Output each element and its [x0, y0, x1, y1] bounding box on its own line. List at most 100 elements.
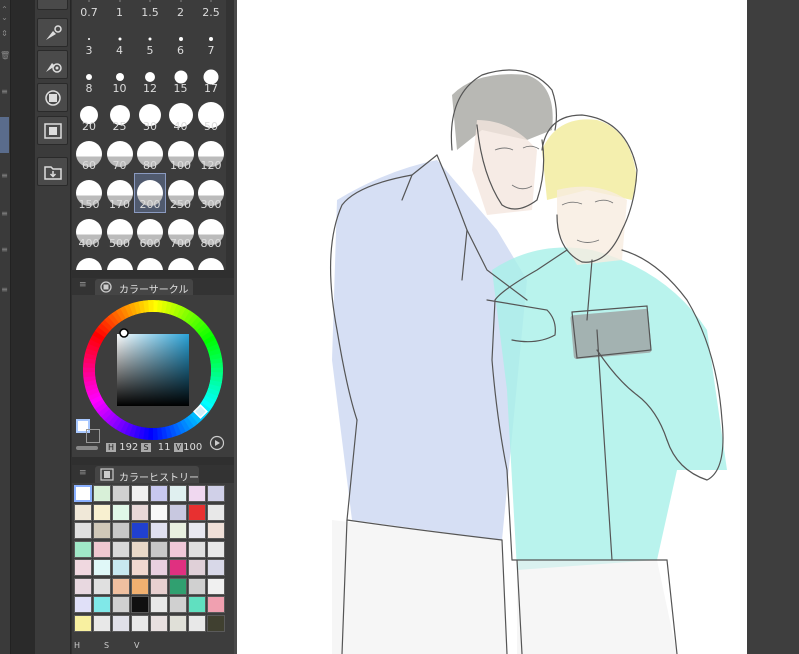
brush-size-cell[interactable]: 100 — [166, 135, 196, 173]
brush-size-cell[interactable]: 120 — [196, 135, 226, 173]
panel-menu-icon[interactable]: ≡ — [79, 468, 87, 478]
history-swatch[interactable] — [150, 522, 168, 539]
history-swatch[interactable] — [188, 522, 206, 539]
brush-target-button[interactable] — [37, 50, 68, 79]
brush-size-cell[interactable]: 300 — [196, 174, 226, 212]
history-swatch[interactable] — [207, 503, 225, 521]
brush-size-cell[interactable]: 25 — [105, 96, 135, 134]
history-swatch[interactable] — [169, 485, 187, 502]
history-swatch[interactable] — [169, 596, 187, 613]
history-swatch[interactable] — [169, 614, 187, 632]
history-swatch[interactable] — [93, 522, 111, 539]
brush-size-scrollbar[interactable] — [226, 0, 234, 270]
history-swatch[interactable] — [93, 559, 111, 576]
sub-color-swatch[interactable] — [86, 429, 100, 443]
history-swatch[interactable] — [112, 522, 130, 539]
history-swatch[interactable] — [74, 577, 92, 595]
history-swatch[interactable] — [207, 559, 225, 576]
history-swatch[interactable] — [188, 577, 206, 595]
history-swatch[interactable] — [150, 485, 168, 502]
history-swatch[interactable] — [169, 522, 187, 539]
brush-size-cell[interactable]: 170 — [105, 174, 135, 212]
brush-size-cell[interactable]: 2 — [166, 0, 196, 20]
history-swatch[interactable] — [150, 503, 168, 521]
history-swatch[interactable] — [131, 540, 149, 558]
menu-icon[interactable]: ≡ — [0, 210, 9, 218]
brush-size-cell[interactable]: 20 — [74, 96, 104, 134]
brush-settings-button[interactable] — [37, 18, 68, 47]
history-swatch[interactable] — [112, 614, 130, 632]
history-swatch[interactable] — [112, 577, 130, 595]
history-swatch[interactable] — [112, 559, 130, 576]
history-swatch[interactable] — [131, 577, 149, 595]
brush-size-cell[interactable]: 30 — [135, 96, 165, 134]
tool-button-top[interactable] — [37, 0, 68, 10]
import-button[interactable] — [37, 157, 68, 186]
brush-size-cell[interactable]: 1 — [105, 0, 135, 20]
brush-size-cell[interactable] — [105, 252, 135, 270]
brush-size-cell[interactable]: 5 — [135, 20, 165, 58]
history-swatch[interactable] — [131, 614, 149, 632]
brush-size-cell[interactable]: 1.5 — [135, 0, 165, 20]
color-wheel[interactable] — [80, 297, 226, 443]
history-swatch[interactable] — [207, 577, 225, 595]
history-swatch[interactable] — [169, 559, 187, 576]
play-icon[interactable] — [209, 435, 225, 451]
brush-size-cell[interactable]: 80 — [135, 135, 165, 173]
transparent-color-swatch[interactable] — [76, 446, 98, 450]
drawing-canvas[interactable] — [237, 0, 747, 654]
history-swatch[interactable] — [74, 503, 92, 521]
brush-size-cell[interactable]: 6 — [166, 20, 196, 58]
history-swatch[interactable] — [150, 577, 168, 595]
history-swatch[interactable] — [74, 485, 92, 502]
brush-size-cell[interactable] — [166, 252, 196, 270]
history-swatch[interactable] — [74, 540, 92, 558]
history-swatch[interactable] — [188, 596, 206, 613]
brush-size-cell[interactable]: 12 — [135, 58, 165, 96]
history-swatch[interactable] — [207, 596, 225, 613]
brush-size-cell[interactable] — [74, 252, 104, 270]
panel-menu-icon[interactable]: ≡ — [79, 280, 87, 290]
brush-size-cell[interactable]: 700 — [166, 213, 196, 251]
animation-button[interactable] — [37, 116, 68, 145]
history-swatch[interactable] — [112, 485, 130, 502]
history-swatch[interactable] — [207, 614, 225, 632]
history-swatch[interactable] — [207, 522, 225, 539]
history-swatch[interactable] — [93, 577, 111, 595]
history-swatch[interactable] — [131, 596, 149, 613]
brush-size-cell[interactable] — [135, 252, 165, 270]
history-swatch[interactable] — [188, 485, 206, 502]
history-swatch[interactable] — [169, 503, 187, 521]
brush-size-cell[interactable]: 0.7 — [74, 0, 104, 20]
stepper-icon[interactable]: ⇕ — [0, 30, 9, 38]
brush-size-cell[interactable]: 15 — [166, 58, 196, 96]
menu-icon[interactable]: ≡ — [0, 246, 9, 254]
history-swatch[interactable] — [74, 596, 92, 613]
brush-size-cell[interactable]: 2.5 — [196, 0, 226, 20]
brush-size-cell[interactable]: 800 — [196, 213, 226, 251]
layer-button[interactable] — [37, 83, 68, 112]
brush-size-cell[interactable]: 17 — [196, 58, 226, 96]
history-swatch[interactable] — [188, 540, 206, 558]
brush-size-cell[interactable]: 4 — [105, 20, 135, 58]
menu-icon[interactable]: ≡ — [0, 286, 9, 294]
history-swatch[interactable] — [131, 559, 149, 576]
menu-icon[interactable]: ≡ — [0, 172, 9, 180]
history-swatch[interactable] — [131, 485, 149, 502]
history-swatch[interactable] — [74, 614, 92, 632]
brush-size-cell[interactable]: 60 — [74, 135, 104, 173]
trash-icon[interactable]: 🗑 — [0, 52, 10, 60]
brush-size-cell[interactable]: 8 — [74, 58, 104, 96]
menu-icon[interactable]: ≡ — [0, 88, 9, 96]
history-swatch[interactable] — [150, 540, 168, 558]
color-history-tab[interactable]: カラーヒストリー — [95, 466, 199, 484]
history-swatch[interactable] — [112, 540, 130, 558]
history-swatch[interactable] — [93, 485, 111, 502]
brush-size-cell[interactable]: 150 — [74, 174, 104, 212]
history-swatch[interactable] — [150, 614, 168, 632]
brush-size-cell[interactable]: 3 — [74, 20, 104, 58]
brush-size-cell[interactable]: 600 — [135, 213, 165, 251]
brush-size-cell[interactable]: 250 — [166, 174, 196, 212]
history-swatch[interactable] — [93, 503, 111, 521]
brush-size-cell[interactable]: 40 — [166, 96, 196, 134]
